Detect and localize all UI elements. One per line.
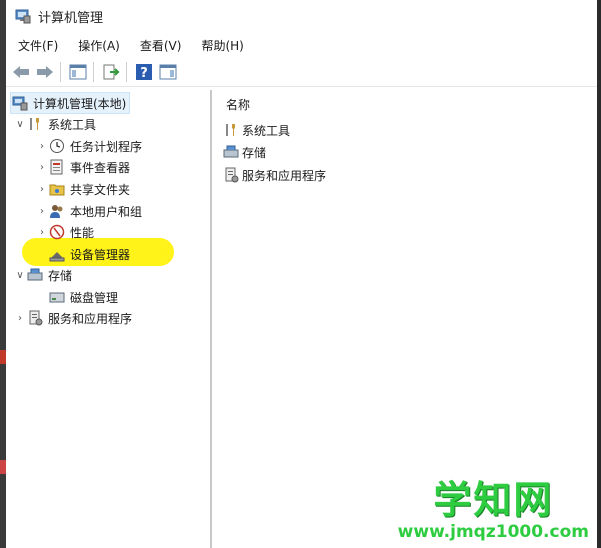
tree-item-shared-folders[interactable]: › 共享文件夹 [36,179,130,199]
name-column-header[interactable]: 名称 [226,96,250,113]
svg-text:?: ? [140,66,148,81]
tree-item-label: 事件查看器 [70,160,131,175]
export-list-button[interactable] [100,61,122,83]
back-button[interactable] [10,61,32,83]
tree-item-label: 磁盘管理 [70,290,119,305]
services-icon [222,166,240,184]
chevron-right-icon[interactable]: › [36,162,48,173]
console-tree-icon [69,64,87,80]
tree-item-label: 存储 [48,268,73,283]
tree-item-device-manager[interactable]: 设备管理器 [36,244,130,264]
disk-management-icon [48,288,66,306]
tree-item-label: 设备管理器 [70,247,131,262]
clock-icon [48,137,66,155]
help-icon: ? [136,64,152,81]
forward-arrow-icon [37,66,53,78]
computer-management-icon [11,94,29,112]
computer-management-window: 计算机管理 文件(F) 操作(A) 查看(V) 帮助(H) ? 计算机管理(本地… [6,0,597,548]
tree-item-label: 服务和应用程序 [48,311,133,326]
show-hide-action-pane-button[interactable] [157,61,179,83]
shared-folder-icon [48,180,66,198]
background-desktop-strip-right [597,0,601,548]
export-list-icon [103,64,120,80]
list-item-label: 存储 [242,145,267,160]
back-arrow-icon [13,66,29,78]
chevron-right-icon[interactable]: › [36,184,48,195]
details-pane: 名称 系统工具 存储 服务和应用程序 学知网 www.jmqz1000.com [212,90,597,548]
chevron-down-icon[interactable]: ∨ [14,270,26,281]
tree-item-services-applications[interactable]: › 服务和应用程序 [14,308,132,328]
forward-button[interactable] [34,61,56,83]
services-icon [26,309,44,327]
tree-item-label: 共享文件夹 [70,182,131,197]
list-item-services-applications[interactable]: 服务和应用程序 [222,165,326,185]
menu-bar: 文件(F) 操作(A) 查看(V) 帮助(H) [6,34,597,56]
tree-item-local-users-groups[interactable]: › 本地用户和组 [36,201,142,221]
tree-item-label: 系统工具 [48,117,97,132]
list-item-storage[interactable]: 存储 [222,142,266,162]
site-watermark: 学知网 www.jmqz1000.com [398,478,589,542]
tree-item-system-tools[interactable]: ∨ 系统工具 [14,114,96,134]
window-title: 计算机管理 [38,10,104,26]
list-item-system-tools[interactable]: 系统工具 [222,120,290,140]
toolbar-separator [60,62,61,82]
tree-item-storage[interactable]: ∨ 存储 [14,265,72,285]
system-tools-icon [26,115,44,133]
tree-item-label: 任务计划程序 [70,139,143,154]
console-tree-pane: 计算机管理(本地) ∨ 系统工具 › 任务计划程序 › 事件查看器 › 共享文件… [8,90,212,548]
help-button[interactable]: ? [133,61,155,83]
performance-icon [48,223,66,241]
chevron-right-icon[interactable]: › [14,313,26,324]
event-viewer-icon [48,158,66,176]
menu-help[interactable]: 帮助(H) [197,37,247,54]
tree-item-label: 计算机管理(本地) [33,96,127,111]
chevron-right-icon[interactable]: › [36,141,48,152]
tree-item-event-viewer[interactable]: › 事件查看器 [36,157,130,177]
system-tools-icon [222,121,240,139]
tree-item-task-scheduler[interactable]: › 任务计划程序 [36,136,142,156]
chevron-down-icon[interactable]: ∨ [14,119,26,130]
storage-icon [222,143,240,161]
device-manager-icon [48,245,66,263]
list-item-label: 系统工具 [242,123,291,138]
storage-icon [26,266,44,284]
watermark-title: 学知网 [433,478,554,522]
menu-action[interactable]: 操作(A) [74,37,124,54]
tree-item-disk-management[interactable]: 磁盘管理 [36,287,118,307]
action-pane-icon [159,64,177,80]
menu-view[interactable]: 查看(V) [136,37,186,54]
title-bar: 计算机管理 [6,0,597,32]
toolbar-separator [93,62,94,82]
toolbar-separator [126,62,127,82]
show-hide-console-tree-button[interactable] [67,61,89,83]
users-icon [48,202,66,220]
list-item-label: 服务和应用程序 [242,168,327,183]
computer-management-icon [15,9,31,24]
tree-item-label: 本地用户和组 [70,204,143,219]
toolbar: ? [6,58,597,87]
chevron-right-icon[interactable]: › [36,206,48,217]
tree-item-performance[interactable]: › 性能 [36,222,94,242]
menu-file[interactable]: 文件(F) [14,37,62,54]
tree-item-label: 性能 [70,225,95,240]
tree-item-computer-management-local[interactable]: 计算机管理(本地) [10,92,131,114]
chevron-right-icon[interactable]: › [36,227,48,238]
watermark-url: www.jmqz1000.com [397,522,589,542]
